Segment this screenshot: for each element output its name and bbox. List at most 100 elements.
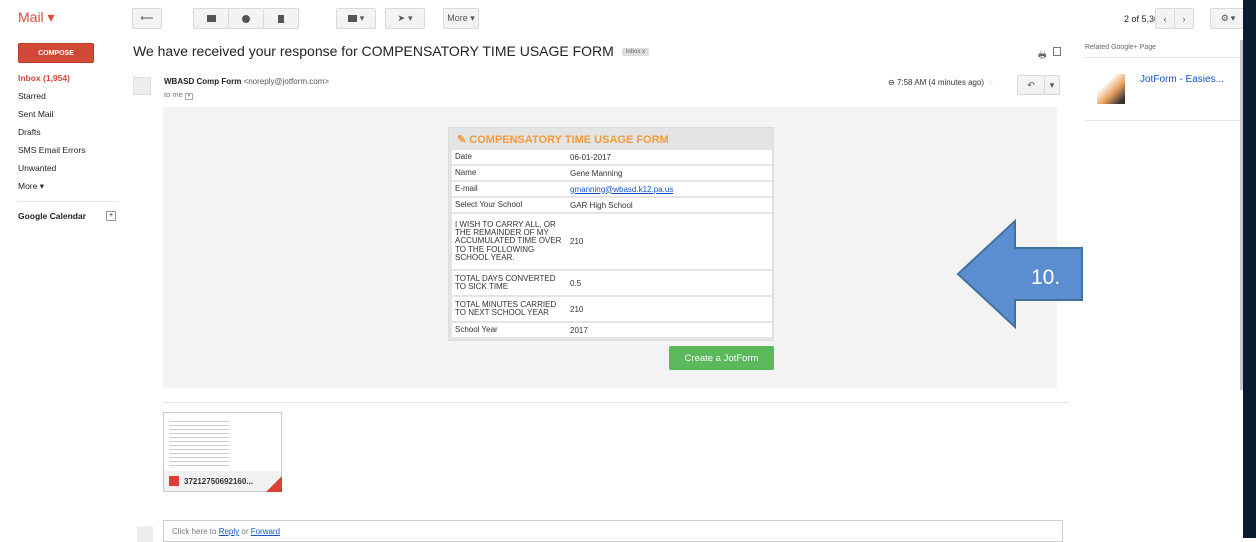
badge-remove[interactable]: x xyxy=(642,49,645,55)
sender-avatar xyxy=(133,77,151,95)
move-to-button[interactable]: ▾ xyxy=(336,8,376,29)
form-label: Name xyxy=(455,167,477,177)
badge-text: Inbox xyxy=(625,49,641,56)
divider xyxy=(163,402,1069,403)
jotform-logo-icon[interactable] xyxy=(1097,74,1125,104)
form-row: School Year 2017 xyxy=(452,323,772,337)
back-arrow-icon: ⟵ xyxy=(140,13,154,23)
labels-button[interactable]: ➤ ▾ xyxy=(385,8,425,29)
sidebar-item-starred[interactable]: Starred xyxy=(18,91,46,101)
time-text: 7:58 AM (4 minutes ago) xyxy=(896,78,985,87)
form-label: TOTAL MINUTES CARRIED TO NEXT SCHOOL YEA… xyxy=(455,299,557,317)
chevron-down-icon: ▾ xyxy=(408,13,413,23)
recipient-text: to me xyxy=(164,90,183,99)
star-icon[interactable]: ☆ xyxy=(986,78,993,87)
archive-button[interactable] xyxy=(193,8,229,29)
gear-icon: ⚙ xyxy=(1220,13,1229,23)
form-label: Date xyxy=(455,151,472,161)
new-window-icon[interactable] xyxy=(1053,47,1061,56)
reply-button[interactable]: ↶ xyxy=(1017,75,1045,95)
form-row: Select Your School GAR High School xyxy=(452,198,772,212)
sender-line: WBASD Comp Form <noreply@jotform.com> xyxy=(164,77,329,86)
folder-icon xyxy=(347,15,357,22)
pdf-icon xyxy=(169,476,179,486)
sidebar-item-calendar[interactable]: Google Calendar xyxy=(18,211,86,221)
create-jotform-button[interactable]: Create a JotForm xyxy=(669,346,774,370)
report-spam-button[interactable] xyxy=(228,8,264,29)
attachment-card[interactable]: 37212750692160... xyxy=(163,412,282,492)
window-edge xyxy=(1243,0,1256,538)
form-title-text: COMPENSATORY TIME USAGE FORM xyxy=(469,134,669,146)
spam-icon xyxy=(242,14,250,23)
related-heading: Related Google+ Page xyxy=(1085,44,1243,58)
form-row: I WISH TO CARRY ALL, OR THE REMAINDER OF… xyxy=(452,214,772,269)
pdf-thumbnail xyxy=(169,418,229,468)
attachment-filename: 37212750692160... xyxy=(184,476,253,486)
back-button[interactable]: ⟵ xyxy=(132,8,162,29)
form-value: 0.5 xyxy=(570,278,582,288)
form-row: TOTAL MINUTES CARRIED TO NEXT SCHOOL YEA… xyxy=(452,297,772,321)
reply-link[interactable]: Reply xyxy=(219,527,239,536)
form-row: Name Gene Manning xyxy=(452,166,772,180)
sidebar-item-more[interactable]: More ▾ xyxy=(18,181,44,192)
sidebar-item-sent[interactable]: Sent Mail xyxy=(18,109,53,119)
attachment-clip-icon: ⊖ xyxy=(888,78,895,87)
older-button[interactable]: › xyxy=(1174,8,1194,29)
form-value: 210 xyxy=(570,237,584,246)
chevron-down-icon: ▾ xyxy=(1230,13,1236,23)
form-card: ✎ COMPENSATORY TIME USAGE FORM Date 06-01… xyxy=(448,127,774,341)
form-row: E-mail gmanning@wbasd.k12.pa.us xyxy=(452,182,772,196)
panel-divider xyxy=(1085,120,1243,121)
form-label: E-mail xyxy=(455,183,478,193)
form-label: School Year xyxy=(455,324,498,334)
expand-icon[interactable]: + xyxy=(106,211,116,221)
form-label: I WISH TO CARRY ALL, OR THE REMAINDER OF… xyxy=(455,219,562,263)
reply-or: or xyxy=(239,527,251,536)
more-actions-button[interactable]: ▾ xyxy=(1044,75,1060,95)
form-value: 2017 xyxy=(570,325,588,335)
mail-app-label[interactable]: Mail ▾ xyxy=(18,9,55,26)
form-label: TOTAL DAYS CONVERTED TO SICK TIME xyxy=(455,273,556,291)
sender-email: <noreply@jotform.com> xyxy=(243,77,330,86)
sidebar-item-sms-errors[interactable]: SMS Email Errors xyxy=(18,145,86,155)
form-row: TOTAL DAYS CONVERTED TO SICK TIME 0.5 xyxy=(452,271,772,295)
sidebar-item-inbox[interactable]: Inbox (1,954) xyxy=(18,73,70,83)
email-link[interactable]: gmanning@wbasd.k12.pa.us xyxy=(568,185,673,194)
sidebar-item-unwanted[interactable]: Unwanted xyxy=(18,163,56,173)
form-value: 210 xyxy=(570,304,584,314)
message-time: ⊖ 7:58 AM (4 minutes ago) ☆ xyxy=(888,78,994,87)
sender-name[interactable]: WBASD Comp Form xyxy=(164,77,241,86)
pdf-corner xyxy=(266,476,282,492)
reply-arrow-icon: ↶ xyxy=(1027,79,1035,90)
more-button[interactable]: More ▾ xyxy=(443,8,479,29)
recipient-line: to me ▾ xyxy=(164,90,193,100)
attachment-footer: 37212750692160... xyxy=(164,471,281,491)
chevron-down-icon: ▾ xyxy=(359,13,365,23)
inbox-label-badge[interactable]: Inbox x xyxy=(621,48,650,57)
reply-box[interactable]: Click here to Reply or Forward xyxy=(163,520,1063,542)
newer-button[interactable]: ‹ xyxy=(1155,8,1175,29)
annotation-label: 10. xyxy=(1031,266,1061,289)
user-avatar xyxy=(137,526,153,542)
form-row: Date 06-01-2017 xyxy=(452,150,772,164)
email-subject: We have received your response for COMPE… xyxy=(133,43,650,59)
subject-text: We have received your response for COMPE… xyxy=(133,43,614,59)
settings-button[interactable]: ⚙ ▾ xyxy=(1210,8,1246,29)
trash-icon xyxy=(278,14,284,23)
chevron-down-icon: ▾ xyxy=(1049,79,1055,90)
related-page-link[interactable]: JotForm - Easies... xyxy=(1140,74,1224,85)
label-tag-icon: ➤ xyxy=(397,13,405,23)
forward-link[interactable]: Forward xyxy=(251,527,280,536)
details-toggle[interactable]: ▾ xyxy=(184,93,193,100)
form-title: ✎ COMPENSATORY TIME USAGE FORM xyxy=(457,133,669,146)
sidebar-item-drafts[interactable]: Drafts xyxy=(18,127,41,137)
arrow-shape xyxy=(956,218,1083,330)
print-icon[interactable]: 🖶 xyxy=(1038,48,1047,64)
form-value: 06-01-2017 xyxy=(570,152,611,162)
delete-button[interactable] xyxy=(263,8,299,29)
form-value: Gene Manning xyxy=(570,168,623,178)
compose-button[interactable]: COMPOSE xyxy=(18,43,94,63)
jotform-pencil-icon: ✎ xyxy=(457,134,467,146)
reply-prefix: Click here to xyxy=(172,527,219,536)
chevron-left-icon: ‹ xyxy=(1163,13,1167,24)
